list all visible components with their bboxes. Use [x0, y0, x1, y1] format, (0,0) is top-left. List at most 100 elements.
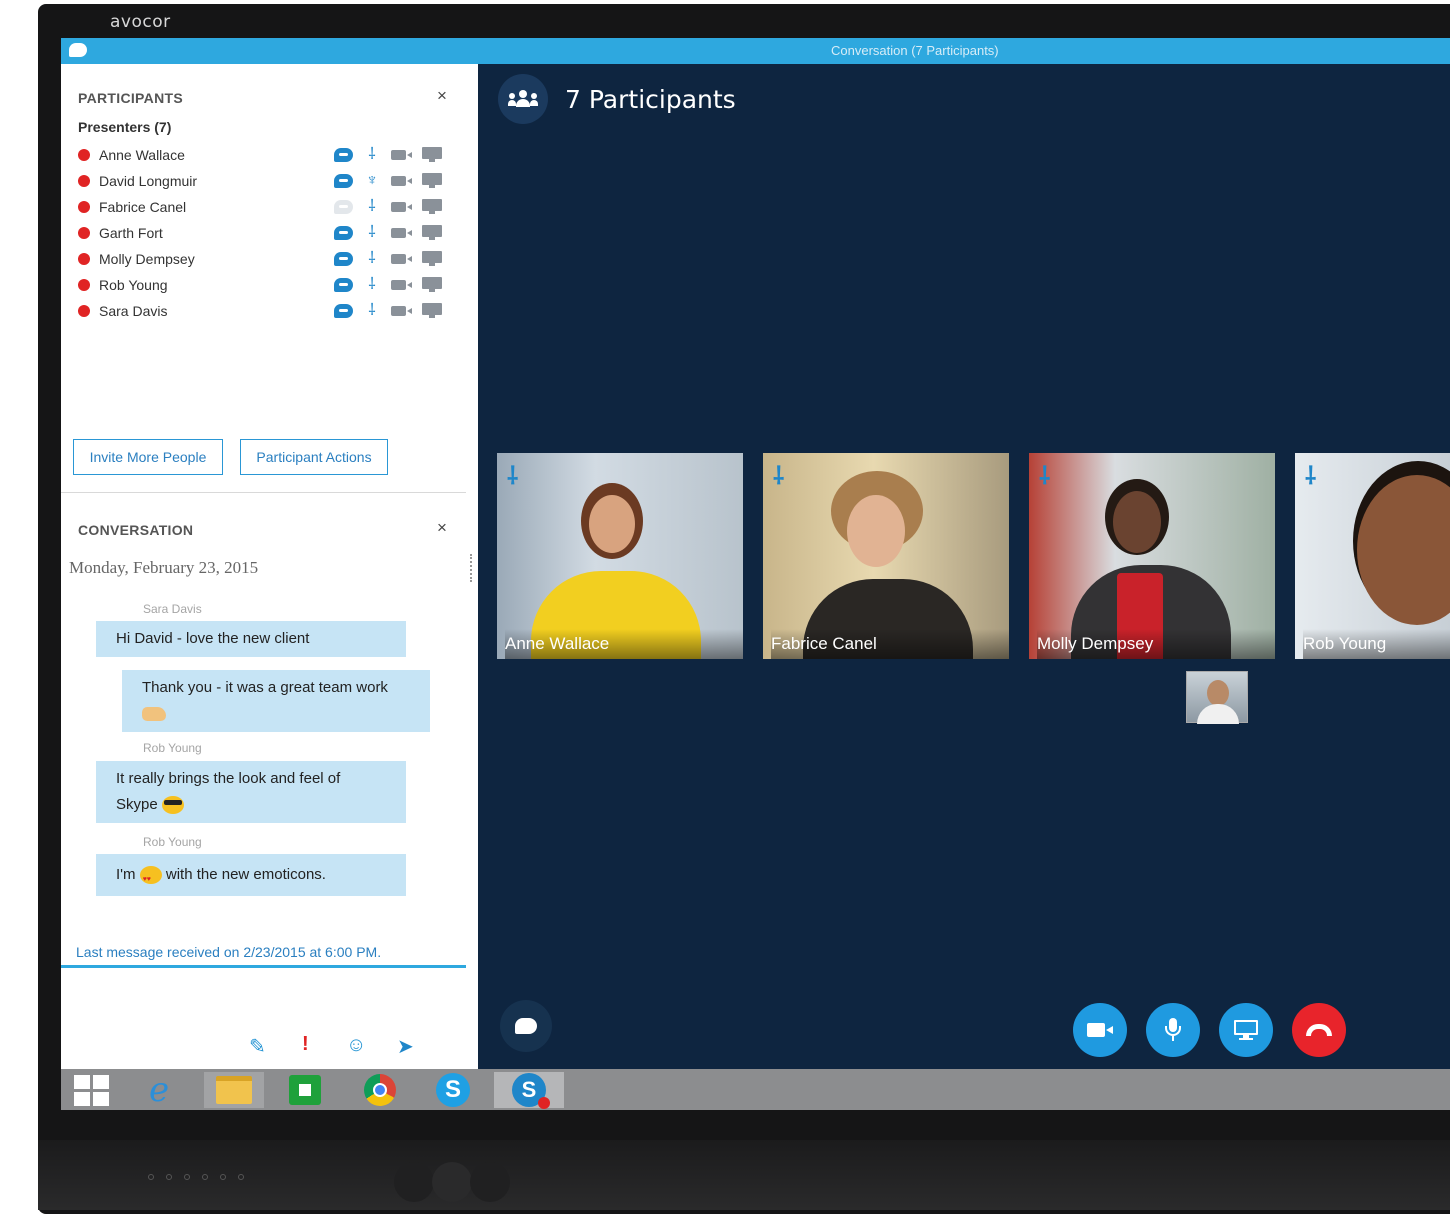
store-icon — [289, 1075, 321, 1105]
participant-row[interactable]: Fabrice Canel ⸸ — [78, 194, 458, 220]
video-icon — [391, 176, 413, 186]
video-tile[interactable]: ⸸ Anne Wallace — [497, 453, 743, 659]
taskbar-internet-explorer[interactable]: e — [129, 1072, 189, 1108]
message-text: Skype — [116, 796, 158, 813]
presence-busy-icon — [78, 253, 90, 265]
speaker-grille — [394, 1162, 434, 1202]
video-icon — [391, 150, 413, 160]
screen-share-icon — [422, 147, 442, 163]
title-bar: Conversation (7 Participants) — [61, 38, 1450, 64]
video-icon — [391, 202, 413, 212]
taskbar-file-explorer[interactable] — [204, 1072, 264, 1108]
screen-share-icon — [422, 225, 442, 241]
im-icon — [334, 148, 353, 162]
monitor-control-buttons[interactable] — [148, 1174, 244, 1180]
present-screen-icon — [1234, 1020, 1258, 1040]
video-tile[interactable]: ⸸ Fabrice Canel — [763, 453, 1009, 659]
participant-row[interactable]: Sara Davis ⸸ — [78, 298, 458, 324]
cool-sunglasses-emoji-icon — [161, 796, 184, 815]
participant-name: Rob Young — [99, 277, 168, 293]
im-icon — [334, 226, 353, 240]
participants-toggle-button[interactable] — [498, 74, 548, 124]
compose-input[interactable] — [61, 969, 466, 1029]
message-text: Hi David - love the new client — [116, 630, 310, 647]
start-button[interactable] — [61, 1072, 121, 1108]
participant-name: David Longmuir — [99, 173, 198, 189]
participant-name: Molly Dempsey — [99, 251, 195, 267]
mic-muted-icon: ⸸ — [773, 463, 785, 490]
speaker-grille — [470, 1162, 510, 1202]
taskbar-skype-for-business[interactable]: S — [494, 1072, 564, 1109]
microphone-button[interactable] — [1146, 1003, 1200, 1057]
skype-app-icon — [69, 43, 87, 57]
participant-actions-button[interactable]: Participant Actions — [240, 439, 388, 475]
emoticon-icon[interactable]: ☺ — [346, 1034, 366, 1057]
conversation-heading: CONVERSATION — [78, 522, 194, 538]
mic-muted-icon: ⸸ — [368, 250, 376, 267]
paperclip-icon[interactable]: ✎ — [249, 1034, 266, 1059]
participant-name: Sara Davis — [99, 303, 168, 319]
mic-muted-icon: ⸸ — [368, 224, 376, 241]
close-participants-button[interactable]: × — [437, 86, 447, 106]
video-button[interactable] — [1073, 1003, 1127, 1057]
presence-busy-icon — [78, 149, 90, 161]
skype-icon: S — [436, 1073, 470, 1107]
participant-row[interactable]: Anne Wallace ⸸ — [78, 142, 458, 168]
microphone-icon — [1165, 1018, 1181, 1042]
self-preview-thumbnail[interactable] — [1186, 671, 1248, 724]
invite-more-people-button[interactable]: Invite More People — [73, 439, 223, 475]
taskbar-skype[interactable]: S — [423, 1072, 483, 1108]
participants-heading: PARTICIPANTS — [78, 90, 183, 106]
hang-up-icon — [1306, 1024, 1332, 1036]
tile-name: Molly Dempsey — [1037, 629, 1275, 659]
mic-muted-icon: ⸸ — [1039, 463, 1051, 490]
taskbar-store[interactable] — [275, 1072, 335, 1108]
participant-row[interactable]: David Longmuir ♆ — [78, 168, 458, 194]
panel-resize-grip[interactable] — [470, 554, 472, 582]
participant-row[interactable]: Rob Young ⸸ — [78, 272, 458, 298]
participant-row[interactable]: Garth Fort ⸸ — [78, 220, 458, 246]
presence-busy-icon — [78, 305, 90, 317]
send-icon[interactable]: ➤ — [397, 1034, 414, 1059]
taskbar-chrome[interactable] — [350, 1072, 410, 1108]
thumbs-up-emoji-icon — [142, 707, 166, 722]
participant-row[interactable]: Molly Dempsey ⸸ — [78, 246, 458, 272]
windows-taskbar: e S S — [61, 1069, 1450, 1110]
tile-name: Rob Young — [1303, 629, 1450, 659]
message-text: with the new emoticons. — [165, 866, 326, 883]
im-icon — [334, 304, 353, 318]
message-bubble: Hi David - love the new client — [96, 621, 406, 657]
presenters-group-label: Presenters (7) — [78, 119, 172, 135]
im-icon — [334, 252, 353, 266]
video-tile[interactable]: ⸸ Rob Young — [1295, 453, 1450, 659]
compose-divider — [61, 965, 466, 968]
people-icon — [508, 90, 538, 108]
person-face — [847, 495, 905, 567]
close-conversation-button[interactable]: × — [437, 518, 447, 538]
present-button[interactable] — [1219, 1003, 1273, 1057]
hang-up-button[interactable] — [1292, 1003, 1346, 1057]
chat-button[interactable] — [500, 1000, 552, 1052]
im-icon — [334, 174, 353, 188]
video-icon — [1087, 1023, 1113, 1037]
screen-share-icon — [422, 199, 442, 215]
message-text: It really brings the look and feel of — [116, 770, 341, 787]
participant-name: Garth Fort — [99, 225, 163, 241]
presence-busy-icon — [78, 201, 90, 213]
mic-on-icon: ♆ — [366, 172, 378, 189]
video-tile[interactable]: ⸸ Molly Dempsey — [1029, 453, 1275, 659]
participant-name: Fabrice Canel — [99, 199, 187, 215]
screen-share-icon — [422, 173, 442, 189]
mic-muted-icon: ⸸ — [368, 146, 376, 163]
monitor-bottom-bezel — [38, 1140, 1450, 1210]
brand-logo: avocor — [110, 12, 171, 32]
chat-icon — [515, 1018, 537, 1034]
panel-divider — [61, 492, 466, 493]
im-icon — [334, 200, 353, 214]
priority-icon[interactable]: ! — [302, 1033, 309, 1056]
tile-name: Fabrice Canel — [771, 629, 1009, 659]
conversation-date: Monday, February 23, 2015 — [69, 558, 259, 577]
participant-name: Anne Wallace — [99, 147, 185, 163]
windows-start-icon — [73, 1074, 109, 1106]
participant-list: Anne Wallace ⸸ David Longmuir ♆ Fabrice … — [78, 142, 458, 324]
